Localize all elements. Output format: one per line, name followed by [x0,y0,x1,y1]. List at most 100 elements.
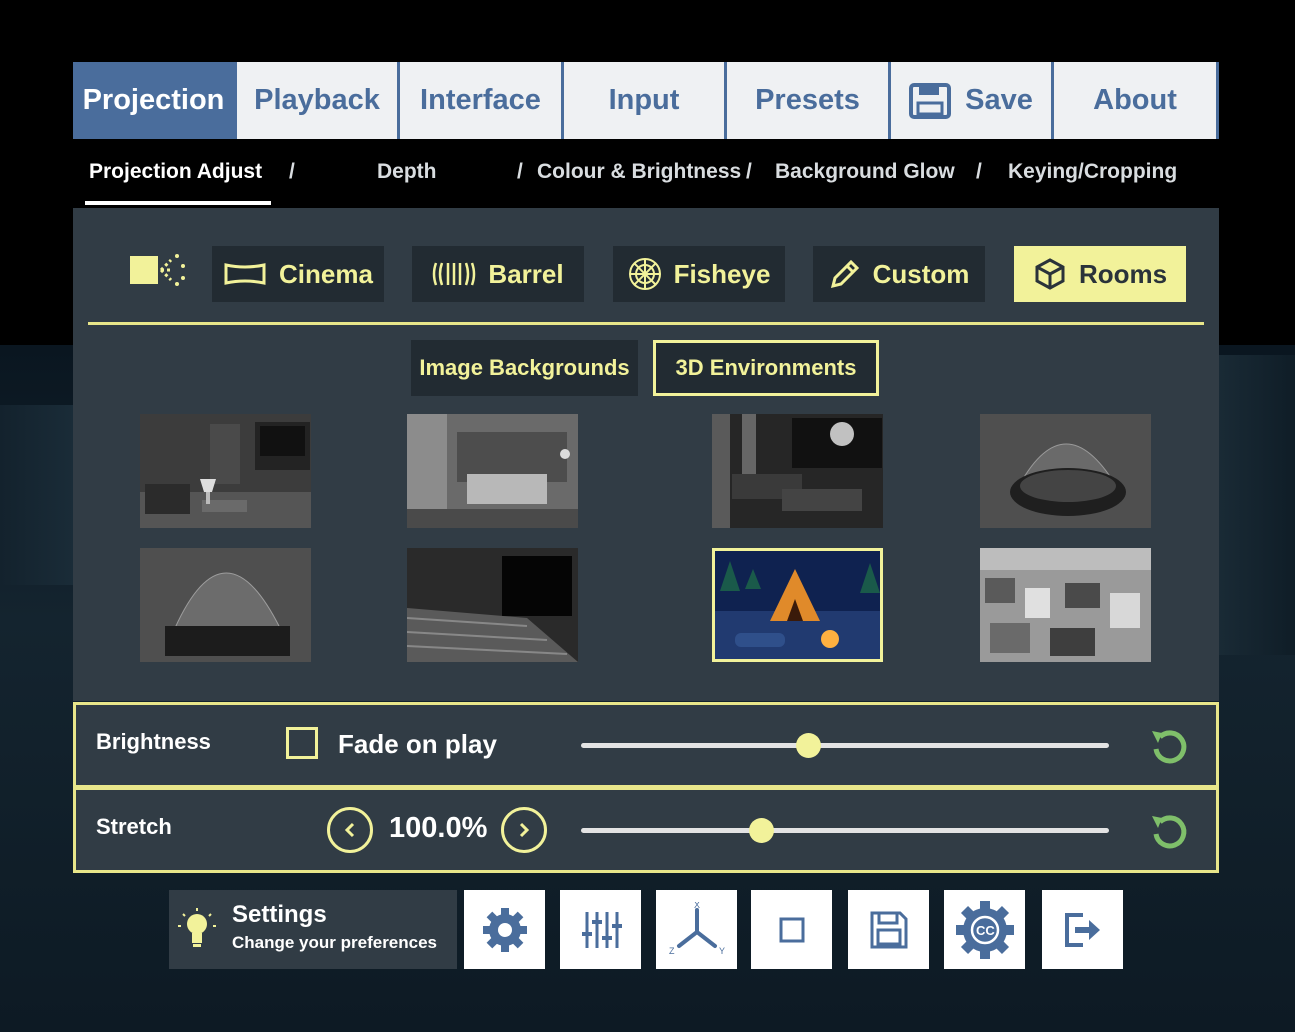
room-thumbnail-living-room[interactable] [140,414,311,528]
stretch-row: Stretch 100.0% [73,787,1219,873]
subnav-projection-adjust[interactable]: Projection Adjust [89,160,262,184]
subnav-separator: / [517,160,523,183]
tab-playback[interactable]: Playback [237,62,400,139]
dome-image [140,548,311,662]
cc-gear-icon: CC [955,900,1014,959]
subnav-depth[interactable]: Depth [377,160,437,184]
city-image [980,548,1151,662]
cube-icon [1035,258,1065,290]
lightbulb-icon [178,908,216,947]
sliders-icon [581,911,622,948]
active-subnav-underline [85,201,271,205]
subnav-separator: / [976,160,982,183]
bedroom-image [407,414,578,528]
mode-label: Rooms [1078,258,1168,289]
stretch-label: Stretch [96,814,172,839]
main-tabs: Projection Playback Interface Input Pres… [73,62,1219,139]
fullscreen-button[interactable] [751,890,832,969]
fade-on-play-checkbox[interactable] [286,727,318,759]
stretch-slider-knob[interactable] [748,818,774,843]
image-backgrounds-tab[interactable]: Image Backgrounds [411,340,638,396]
subnav-background-glow[interactable]: Background Glow [775,160,955,184]
room-thumbnail-bedroom[interactable] [407,414,578,528]
mode-fisheye-button[interactable]: Fisheye [613,246,785,302]
mode-label: Cinema [279,258,373,289]
tab-label: Save [965,84,1033,116]
tab-label: About [1093,84,1177,116]
save-preset-button[interactable] [848,890,929,969]
settings-card: Settings Change your preferences [169,890,457,969]
tab-presets[interactable]: Presets [727,62,891,139]
stretch-decrease-button[interactable] [327,807,373,853]
chevron-right-icon [519,822,530,838]
brightness-slider-knob[interactable] [796,733,822,758]
fade-on-play-label: Fade on play [338,729,497,759]
room-thumbnail-cinema-hall[interactable] [407,548,578,662]
barrel-icon [433,262,476,286]
pencil-icon [830,259,859,289]
cinema-hall-image [407,548,578,662]
home-theater-image [712,414,883,528]
captions-settings-button[interactable]: CC [944,890,1025,969]
stretch-increase-button[interactable] [501,807,547,853]
tab-label: Input [608,84,680,116]
brightness-label: Brightness [96,729,211,754]
tab-label: Presets [755,84,860,116]
sub-navigation: Projection Adjust / Depth / Colour & Bri… [73,150,1219,208]
subnav-separator: / [289,160,295,183]
chevron-left-icon [344,822,355,838]
mode-rooms-button[interactable]: Rooms [1014,246,1186,302]
mode-cinema-button[interactable]: Cinema [212,246,384,302]
brightness-row: Brightness Fade on play [73,702,1219,788]
projection-panel: Cinema Barrel Fisheye Custom Rooms Image… [73,208,1219,701]
svg-text:CC: CC [976,923,995,938]
tab-projection[interactable]: Projection [73,62,237,139]
tab-label: Projection [82,84,225,116]
mode-label: Barrel [488,258,564,289]
tab-label: Playback [254,84,380,116]
mode-label: Fisheye [673,258,771,289]
living-room-image [140,414,311,528]
mode-barrel-button[interactable]: Barrel [412,246,584,302]
svg-text:Z: Z [669,946,675,956]
exit-button[interactable] [1042,890,1123,969]
axes-button[interactable]: X Z Y [656,890,737,969]
room-thumbnail-home-theater[interactable] [712,414,883,528]
axes-icon: X Z Y [669,902,725,956]
svg-text:X: X [694,902,700,910]
campfire-image [715,551,880,659]
exit-icon [1064,912,1100,947]
brightness-slider[interactable] [581,733,1109,758]
room-thumbnail-city[interactable] [980,548,1151,662]
reset-brightness-icon[interactable] [1148,725,1192,769]
room-thumbnail-dome[interactable] [140,548,311,662]
screen-icon [224,263,266,285]
mode-custom-button[interactable]: Custom [813,246,985,302]
room-thumbnail-dome-cutaway[interactable] [980,414,1151,528]
subnav-colour-brightness[interactable]: Colour & Brightness [537,160,741,184]
settings-button[interactable] [464,890,545,969]
mode-label: Custom [872,258,970,289]
reset-stretch-icon[interactable] [1148,810,1192,854]
square-icon [779,917,804,942]
3d-environments-tab[interactable]: 3D Environments [653,340,879,396]
gear-icon [482,907,527,952]
stretch-slider[interactable] [581,818,1109,843]
tab-about[interactable]: About [1054,62,1219,139]
tab-save[interactable]: Save [891,62,1054,139]
subnav-separator: / [746,160,752,183]
room-thumbnail-campfire[interactable] [712,548,883,662]
tab-label: Interface [420,84,541,116]
floppy-disk-icon [909,82,952,119]
floppy-disk-icon [870,911,907,948]
stretch-value: 100.0% [389,812,488,844]
subtab-label: 3D Environments [675,355,857,380]
subnav-keying-cropping[interactable]: Keying/Cropping [1008,160,1177,184]
tab-input[interactable]: Input [564,62,727,139]
mixer-button[interactable] [560,890,641,969]
svg-text:Y: Y [719,946,725,956]
dome-cutaway-image [980,414,1151,528]
settings-subtitle: Change your preferences [232,933,438,952]
projector-icon [130,254,185,286]
tab-interface[interactable]: Interface [400,62,564,139]
